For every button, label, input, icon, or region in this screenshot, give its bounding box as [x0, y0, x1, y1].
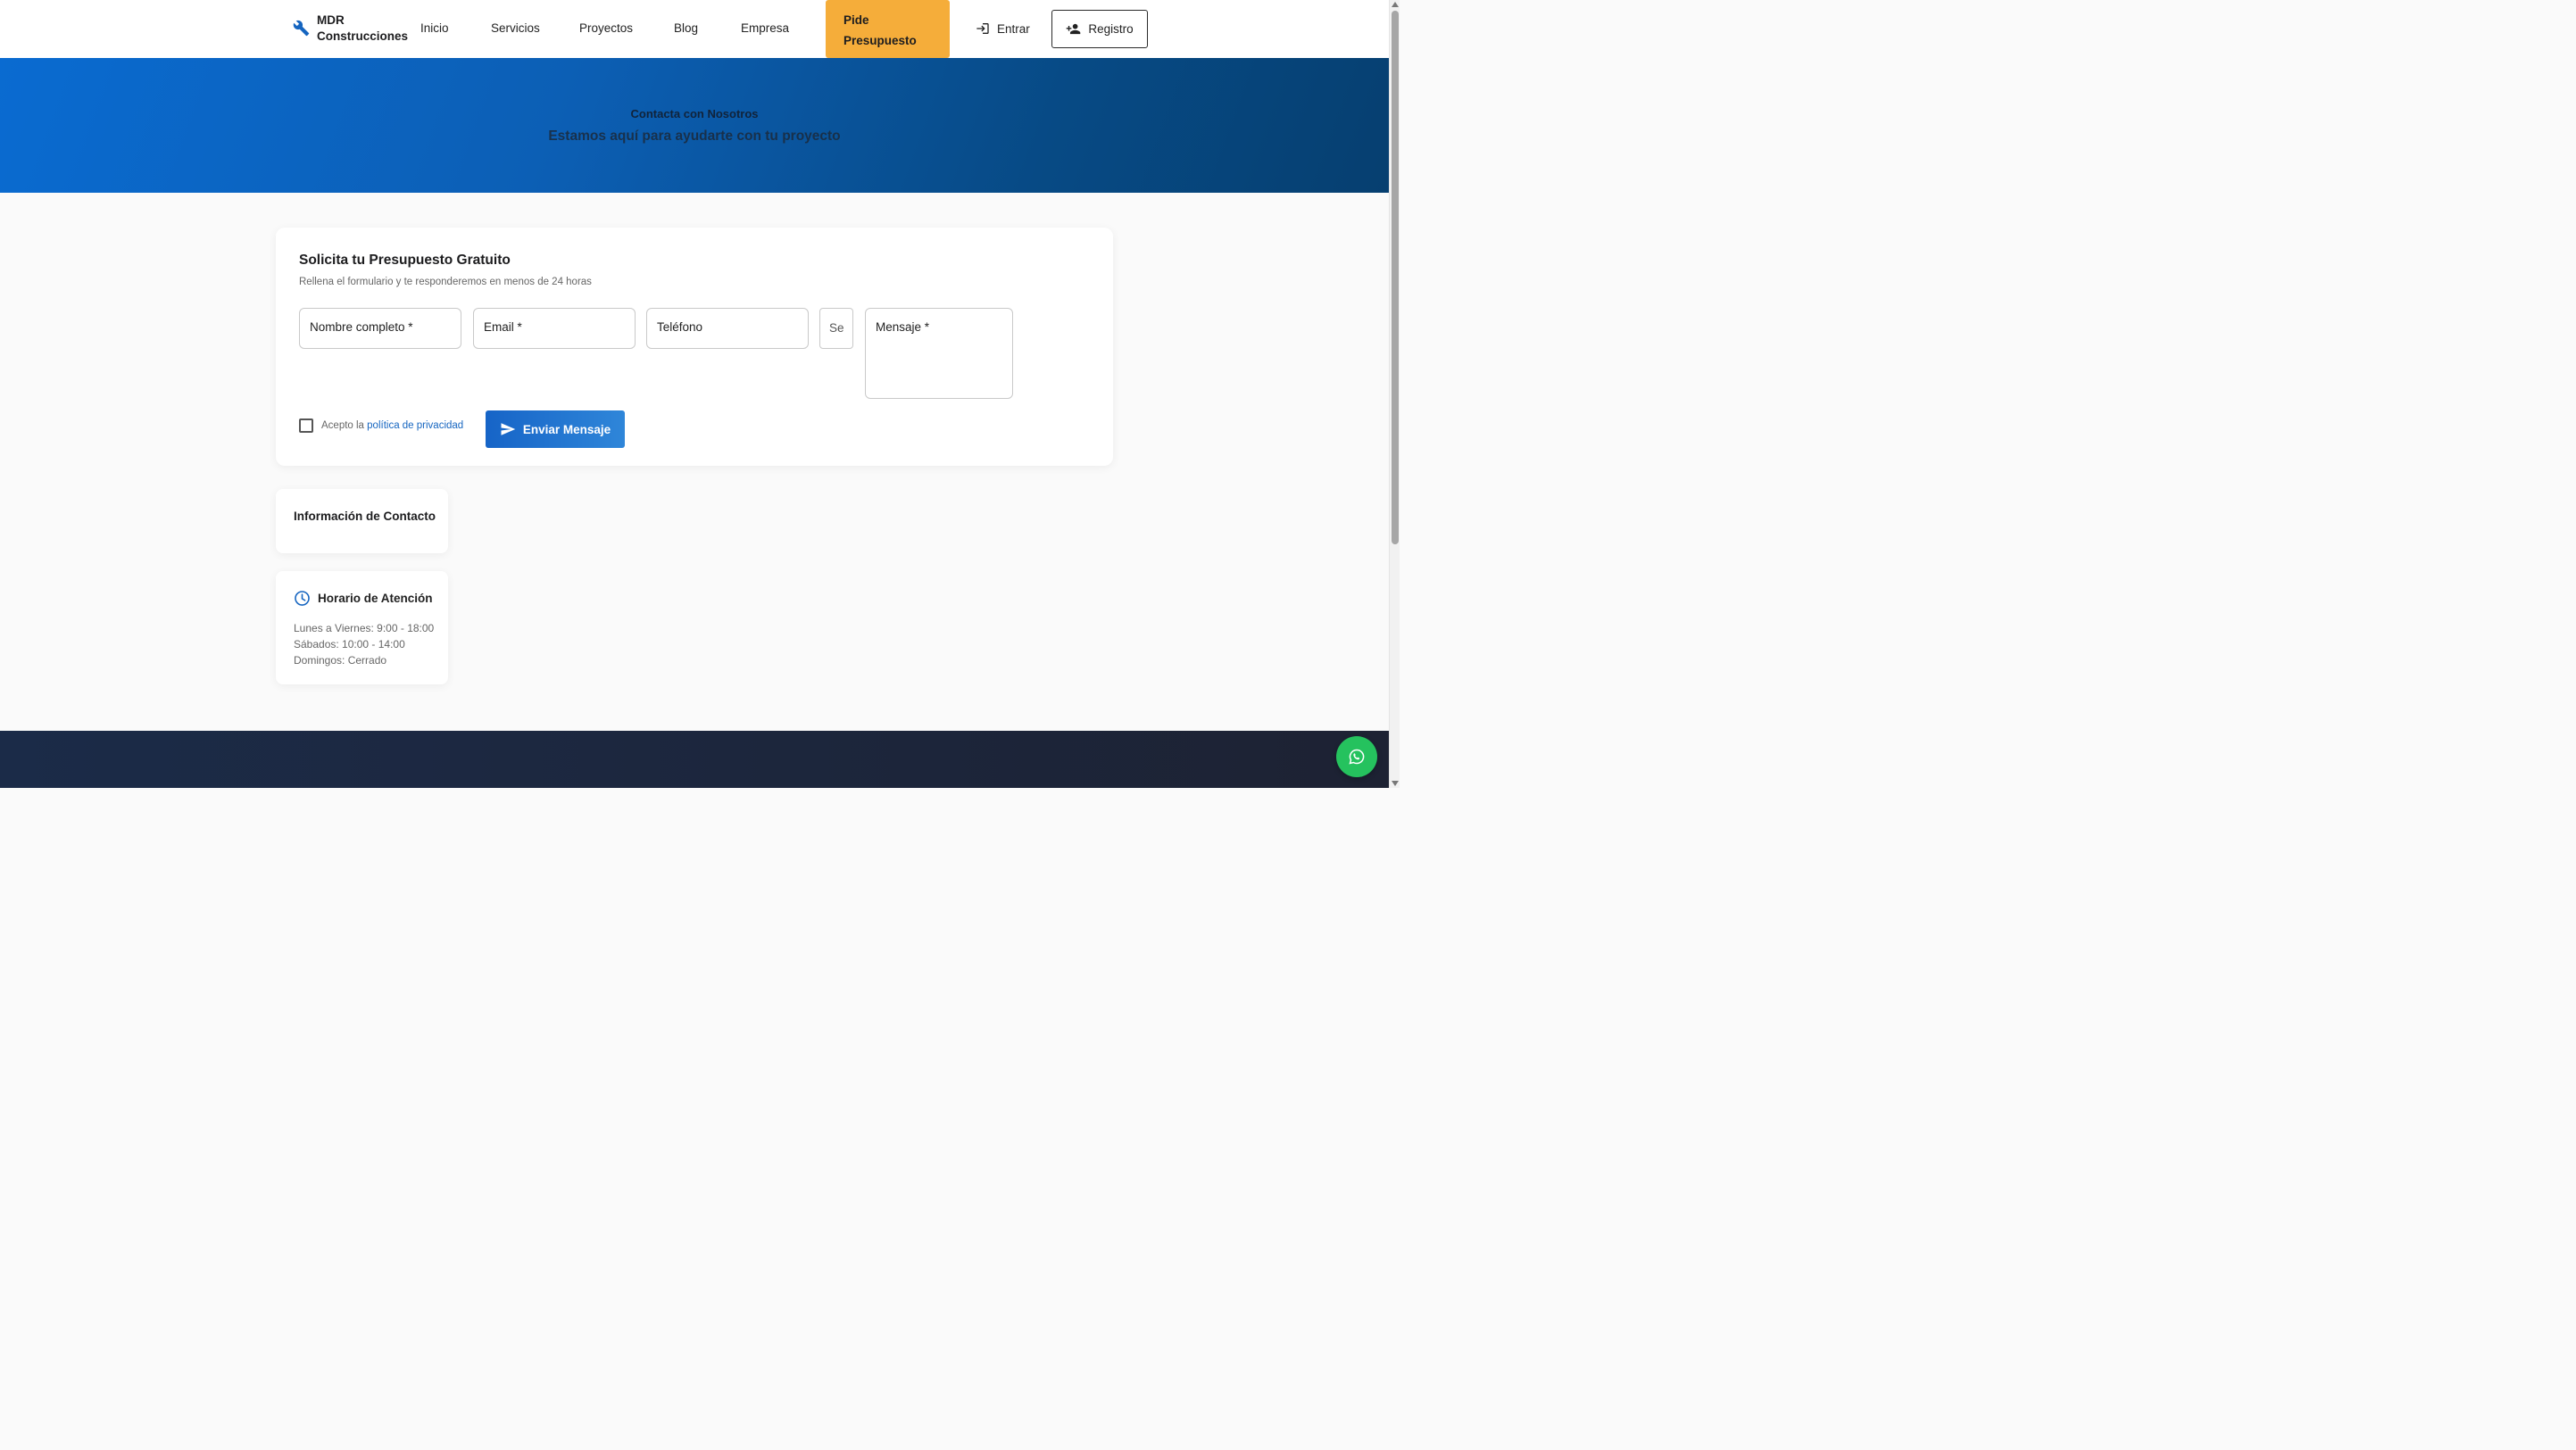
page-scrollbar[interactable] — [1389, 0, 1400, 788]
brand-logo[interactable]: MDR Construcciones — [293, 12, 408, 45]
top-navbar: MDR Construcciones Inicio Servicios Proy… — [0, 0, 1389, 58]
hero-banner: Contacta con Nosotros Estamos aquí para … — [0, 58, 1389, 193]
hero-subtitle: Estamos aquí para ayudarte con tu proyec… — [548, 128, 841, 144]
wrench-icon — [293, 20, 310, 37]
contact-info-card: Información de Contacto — [276, 489, 448, 553]
name-field[interactable]: Nombre completo * — [299, 308, 461, 349]
phone-field[interactable]: Teléfono — [646, 308, 809, 349]
hours-title: Horario de Atención — [318, 592, 433, 605]
quote-form-card: Solicita tu Presupuesto Gratuito Rellena… — [276, 228, 1113, 466]
send-label: Enviar Mensaje — [522, 422, 611, 436]
privacy-checkbox[interactable] — [299, 418, 313, 433]
clock-icon — [295, 591, 310, 606]
register-button[interactable]: Registro — [1051, 10, 1148, 48]
whatsapp-icon — [1349, 749, 1365, 765]
nav-proyectos[interactable]: Proyectos — [579, 21, 633, 35]
nav-blog[interactable]: Blog — [674, 21, 698, 35]
scroll-down-arrow[interactable] — [1392, 781, 1399, 786]
login-button[interactable]: Entrar — [976, 21, 1030, 36]
cta-line2: Presupuesto — [843, 34, 917, 47]
hours-weekdays: Lunes a Viernes: 9:00 - 18:00 — [294, 622, 435, 634]
login-icon — [976, 23, 989, 34]
hours-sunday: Domingos: Cerrado — [294, 654, 387, 667]
hours-saturday: Sábados: 10:00 - 14:00 — [294, 638, 405, 650]
send-icon — [501, 423, 516, 435]
form-title: Solicita tu Presupuesto Gratuito — [299, 253, 511, 268]
login-label: Entrar — [997, 21, 1030, 36]
privacy-consent: Acepto la política de privacidad — [299, 418, 463, 433]
register-label: Registro — [1088, 22, 1134, 36]
add-user-icon — [1067, 23, 1081, 35]
footer — [0, 731, 1389, 788]
cta-line1: Pide — [843, 13, 869, 27]
nav-inicio[interactable]: Inicio — [420, 21, 449, 35]
scroll-up-arrow[interactable] — [1392, 2, 1399, 7]
accept-text: Acepto la — [321, 420, 368, 431]
service-select-value: Se — [829, 321, 844, 335]
send-message-button[interactable]: Enviar Mensaje — [486, 410, 625, 448]
scroll-thumb[interactable] — [1392, 11, 1399, 544]
whatsapp-button[interactable] — [1336, 736, 1377, 777]
service-select[interactable]: Se — [819, 308, 853, 349]
contact-info-title: Información de Contacto — [294, 510, 436, 523]
form-subtitle: Rellena el formulario y te responderemos… — [299, 277, 592, 287]
hours-header: Horario de Atención — [294, 590, 433, 607]
privacy-policy-link[interactable]: política de privacidad — [367, 420, 463, 431]
brand-name-line2: Construcciones — [317, 29, 409, 43]
nav-servicios[interactable]: Servicios — [491, 21, 540, 35]
brand-name-line1: MDR — [317, 13, 345, 27]
message-textarea[interactable]: Mensaje * — [865, 308, 1013, 399]
email-field[interactable]: Email * — [473, 308, 636, 349]
opening-hours-card: Horario de Atención Lunes a Viernes: 9:0… — [276, 571, 448, 684]
request-quote-button[interactable]: Pide Presupuesto — [826, 0, 950, 58]
hours-list: Lunes a Viernes: 9:00 - 18:00 Sábados: 1… — [294, 620, 434, 668]
hero-title: Contacta con Nosotros — [630, 107, 759, 120]
nav-empresa[interactable]: Empresa — [741, 21, 789, 35]
